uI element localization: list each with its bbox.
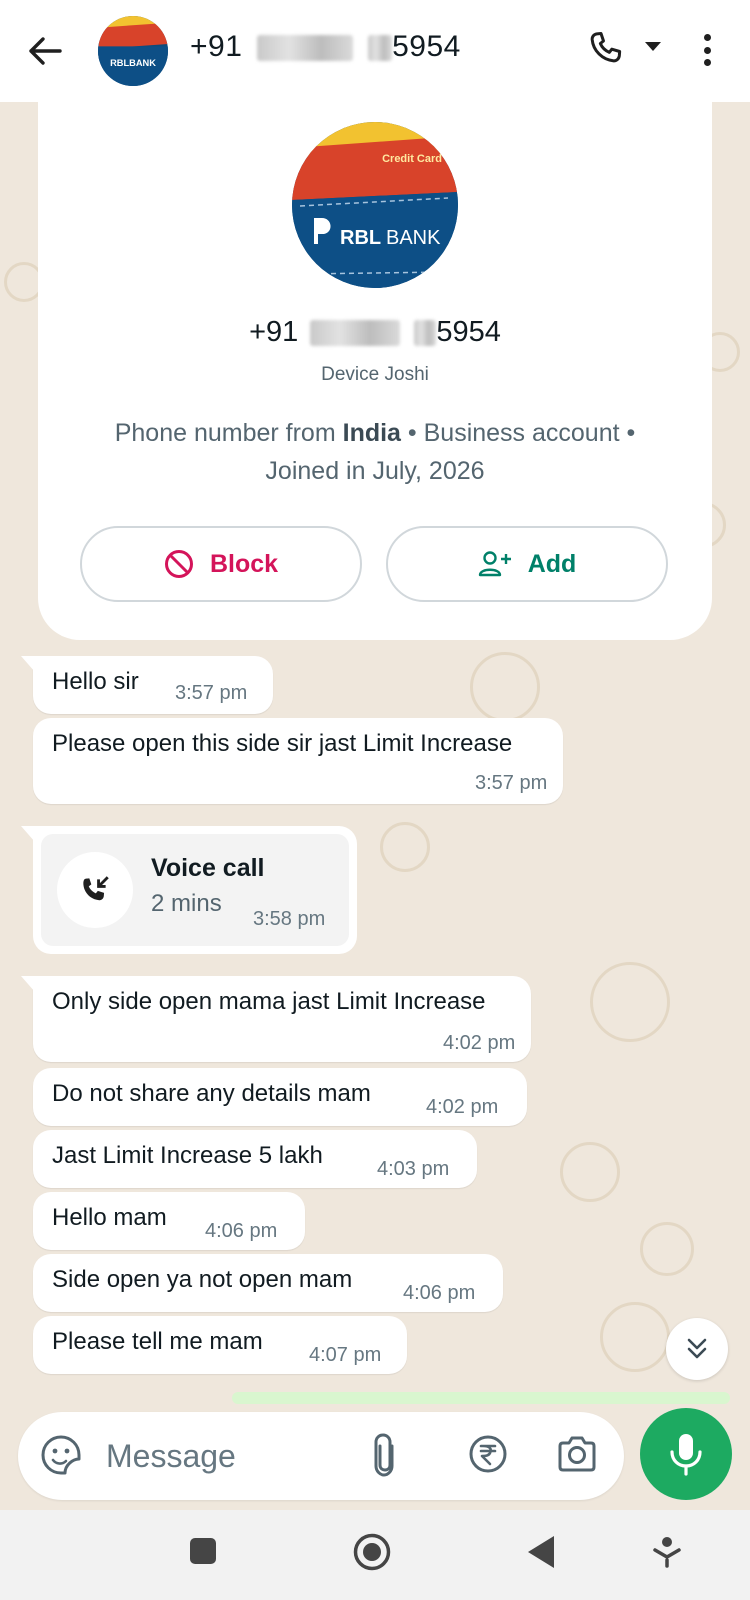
home-icon[interactable] xyxy=(352,1532,392,1577)
mic-button[interactable] xyxy=(640,1408,732,1500)
message-bubble[interactable]: Side open ya not open mam 4:06 pm xyxy=(33,1254,503,1312)
reply-preview-strip xyxy=(232,1392,730,1404)
message-bubble[interactable]: Please tell me mam 4:07 pm xyxy=(33,1316,407,1374)
redacted-digits xyxy=(310,320,401,347)
chat-header: RBLBANK +91 5954 xyxy=(0,0,750,102)
message-bubble[interactable]: Only side open mama jast Limit Increase … xyxy=(21,976,531,1062)
message-time: 4:06 pm xyxy=(403,1282,476,1304)
block-icon xyxy=(164,550,193,578)
info-joined: Joined in July, 2026 xyxy=(265,457,485,485)
redacted-digits xyxy=(257,35,354,62)
back-arrow-icon[interactable] xyxy=(24,30,66,72)
message-text: Hello sir xyxy=(52,668,139,695)
profile-phone: +91 5954 xyxy=(0,316,750,349)
voice-call-bubble[interactable]: Voice call 2 mins 3:58 pm xyxy=(21,826,357,954)
chevrons-down-icon xyxy=(687,1338,707,1359)
voice-call-time: 3:58 pm xyxy=(253,908,326,930)
svg-text:RBLBANK: RBLBANK xyxy=(110,58,156,68)
message-bubble[interactable]: Do not share any details mam 4:02 pm xyxy=(33,1068,527,1126)
message-time: 4:02 pm xyxy=(443,1032,516,1054)
block-label: Block xyxy=(209,549,279,578)
info-country: India xyxy=(342,419,401,447)
info-prefix: Phone number from xyxy=(114,419,343,447)
profile-phone-prefix: +91 xyxy=(249,316,299,348)
profile-avatar[interactable]: Credit Card RBL BANK xyxy=(292,122,458,288)
message-time: 4:02 pm xyxy=(426,1096,499,1118)
info-rest: • Business account • xyxy=(400,419,636,447)
message-bubble[interactable]: Please open this side sir jast Limit Inc… xyxy=(33,718,563,804)
block-button[interactable]: Block xyxy=(80,526,362,602)
redacted-digits xyxy=(368,35,393,62)
redacted-digits xyxy=(414,320,437,347)
message-bubble[interactable]: Hello sir 3:57 pm xyxy=(21,656,273,714)
mic-icon xyxy=(670,1434,702,1476)
message-time: 4:03 pm xyxy=(377,1158,450,1180)
camera-icon[interactable] xyxy=(556,1434,598,1479)
voice-call-duration: 2 mins xyxy=(151,890,222,917)
message-time: 3:57 pm xyxy=(175,682,248,704)
message-text: Please open this side sir jast Limit Inc… xyxy=(52,730,513,757)
more-icon[interactable] xyxy=(694,30,720,70)
add-contact-icon xyxy=(478,551,511,577)
profile-phone-suffix: 5954 xyxy=(436,316,501,348)
sticker-icon[interactable] xyxy=(40,1434,82,1481)
rupee-icon[interactable] xyxy=(468,1434,508,1479)
message-text: Side open ya not open mam xyxy=(52,1266,353,1293)
message-text: Please tell me mam xyxy=(52,1328,263,1355)
back-nav-icon[interactable] xyxy=(526,1534,556,1575)
message-bubble[interactable]: Jast Limit Increase 5 lakh 4:03 pm xyxy=(33,1130,477,1188)
message-text: Hello mam xyxy=(52,1204,167,1231)
voice-call-title: Voice call xyxy=(151,854,265,882)
contact-prefix: +91 xyxy=(190,30,243,63)
message-input[interactable] xyxy=(106,1436,346,1476)
system-nav-bar xyxy=(0,1510,750,1600)
scroll-down-button[interactable] xyxy=(666,1318,728,1380)
svg-text:BANK: BANK xyxy=(386,227,441,249)
message-text: Jast Limit Increase 5 lakh xyxy=(52,1142,323,1169)
svg-text:Credit Card: Credit Card xyxy=(382,153,442,165)
paperclip-icon[interactable] xyxy=(370,1432,400,1483)
message-composer xyxy=(18,1412,624,1500)
add-contact-button[interactable]: Add xyxy=(386,526,668,602)
message-text: Only side open mama jast Limit Increase xyxy=(52,988,486,1015)
contact-title[interactable]: +91 5954 xyxy=(190,30,461,64)
dropdown-icon[interactable] xyxy=(644,40,662,58)
assistant-icon[interactable] xyxy=(652,1536,682,1573)
message-bubble[interactable]: Hello mam 4:06 pm xyxy=(33,1192,305,1250)
contact-suffix: 5954 xyxy=(392,30,461,63)
contact-avatar[interactable]: RBLBANK xyxy=(98,16,168,86)
voice-call-card: Voice call 2 mins 3:58 pm xyxy=(41,834,349,946)
add-label: Add xyxy=(527,549,577,578)
profile-info: Phone number from India • Business accou… xyxy=(78,414,672,490)
svg-text:RBL: RBL xyxy=(340,227,381,249)
phone-icon[interactable] xyxy=(586,28,630,72)
message-text: Do not share any details mam xyxy=(52,1080,371,1107)
recent-apps-icon[interactable] xyxy=(188,1536,218,1571)
message-time: 4:07 pm xyxy=(309,1344,382,1366)
message-time: 3:57 pm xyxy=(475,772,548,794)
incoming-call-icon xyxy=(57,852,133,928)
message-time: 4:06 pm xyxy=(205,1220,278,1242)
profile-name: Device Joshi xyxy=(321,364,429,385)
